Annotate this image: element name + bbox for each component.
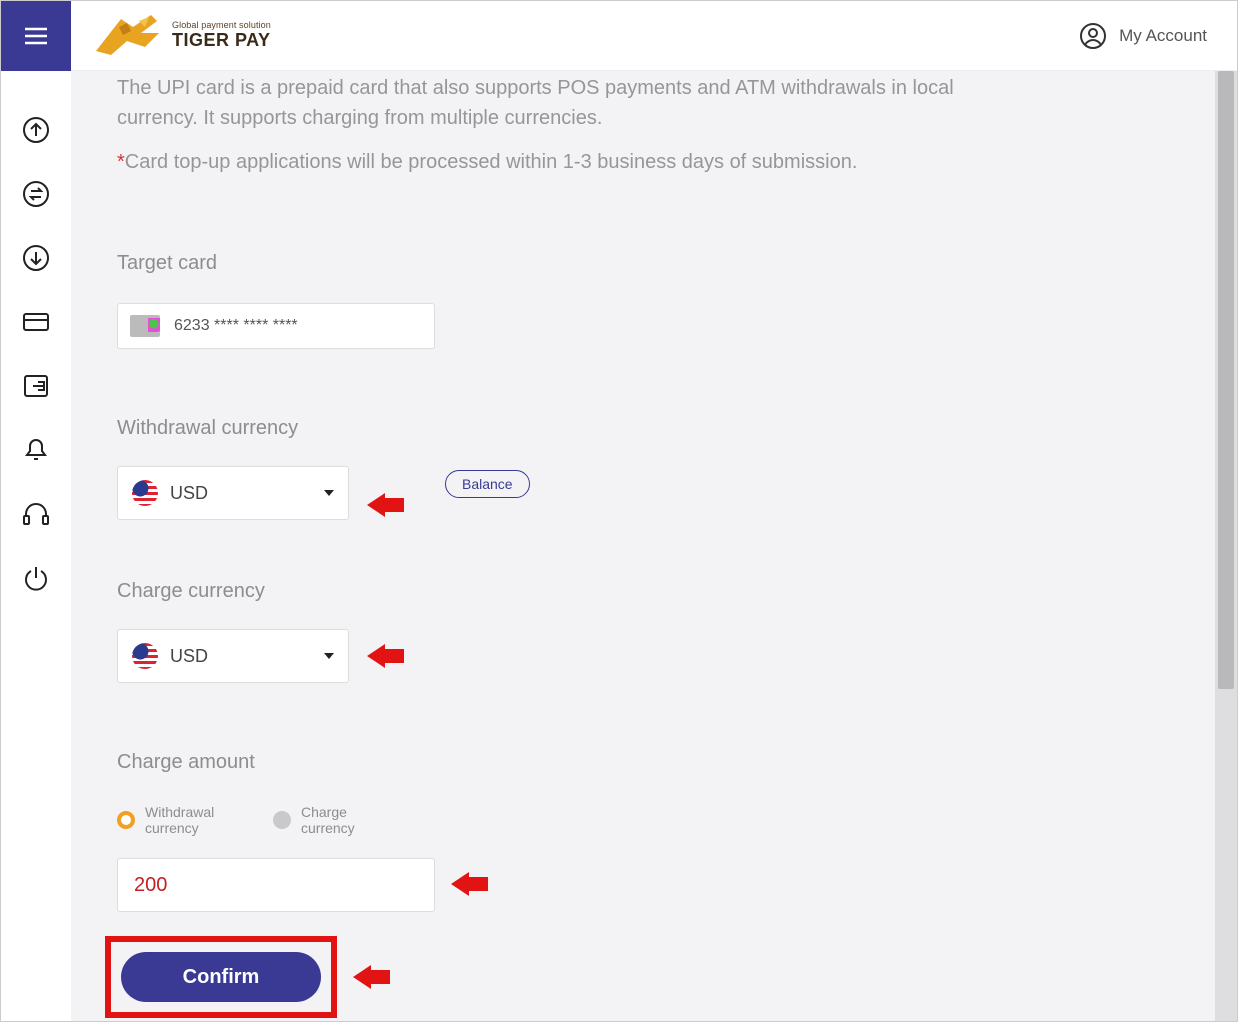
confirm-button[interactable]: Confirm bbox=[121, 952, 321, 1002]
my-account-label: My Account bbox=[1119, 26, 1207, 46]
power-icon bbox=[23, 565, 49, 591]
logo-text: Global payment solution TIGER PAY bbox=[172, 20, 271, 51]
sidebar-item-notifications[interactable] bbox=[21, 435, 51, 465]
sidebar-item-support[interactable] bbox=[21, 499, 51, 529]
brand-tagline: Global payment solution bbox=[172, 20, 271, 30]
withdrawal-currency-label: Withdrawal currency bbox=[117, 417, 1215, 440]
card-thumb-icon bbox=[130, 315, 160, 337]
radio-withdrawal-currency[interactable]: Withdrawal currency bbox=[117, 804, 245, 836]
annotation-arrow bbox=[353, 965, 371, 989]
required-asterisk: * bbox=[117, 151, 125, 173]
annotation-arrow bbox=[451, 872, 469, 896]
description-text: The UPI card is a prepaid card that also… bbox=[117, 71, 967, 133]
radio-on-icon bbox=[117, 811, 135, 829]
headphones-icon bbox=[22, 501, 50, 527]
user-icon bbox=[1079, 22, 1107, 50]
header: Global payment solution TIGER PAY My Acc… bbox=[1, 1, 1237, 71]
sidebar-item-deposit[interactable] bbox=[21, 115, 51, 145]
radio-off-icon bbox=[273, 811, 291, 829]
radio-withdrawal-label: Withdrawal currency bbox=[145, 804, 245, 836]
tiger-logo-icon bbox=[91, 11, 166, 61]
balance-button[interactable]: Balance bbox=[445, 470, 530, 498]
radio-charge-label: Charge currency bbox=[301, 804, 401, 836]
chevron-down-icon bbox=[324, 653, 334, 659]
charge-currency-label: Charge currency bbox=[117, 580, 1215, 603]
sidebar-item-withdraw[interactable] bbox=[21, 371, 51, 401]
processing-note: *Card top-up applications will be proces… bbox=[117, 151, 1215, 174]
target-card-label: Target card bbox=[117, 252, 1215, 275]
withdrawal-currency-value: USD bbox=[170, 483, 208, 504]
charge-currency-value: USD bbox=[170, 646, 208, 667]
scrollbar-thumb[interactable] bbox=[1218, 71, 1234, 689]
flag-us-icon bbox=[132, 643, 158, 669]
deposit-icon bbox=[22, 116, 50, 144]
hamburger-icon bbox=[25, 27, 47, 45]
radio-charge-currency[interactable]: Charge currency bbox=[273, 804, 401, 836]
main-content: The UPI card is a prepaid card that also… bbox=[71, 71, 1215, 1021]
target-card-value: 6233 **** **** **** bbox=[174, 317, 298, 335]
confirm-label: Confirm bbox=[183, 966, 260, 989]
charge-amount-label: Charge amount bbox=[117, 751, 1215, 774]
content-scrollbar[interactable] bbox=[1215, 71, 1237, 1021]
charge-amount-input-wrap bbox=[117, 858, 435, 912]
menu-button[interactable] bbox=[1, 1, 71, 71]
withdrawal-currency-select[interactable]: USD bbox=[117, 466, 349, 520]
sidebar-item-transfer[interactable] bbox=[21, 243, 51, 273]
charge-currency-select[interactable]: USD bbox=[117, 629, 349, 683]
logo[interactable]: Global payment solution TIGER PAY bbox=[91, 11, 271, 61]
flag-us-icon bbox=[132, 480, 158, 506]
bell-icon bbox=[23, 436, 49, 464]
target-card-select[interactable]: 6233 **** **** **** bbox=[117, 303, 435, 349]
exchange-icon bbox=[22, 180, 50, 208]
withdraw-icon bbox=[22, 373, 50, 399]
sidebar bbox=[1, 71, 71, 593]
transfer-icon bbox=[22, 244, 50, 272]
sidebar-item-logout[interactable] bbox=[21, 563, 51, 593]
chevron-down-icon bbox=[324, 490, 334, 496]
confirm-highlight-box: Confirm bbox=[105, 936, 337, 1018]
charge-amount-input[interactable] bbox=[134, 874, 418, 897]
my-account-link[interactable]: My Account bbox=[1079, 1, 1207, 71]
note-text: Card top-up applications will be process… bbox=[125, 151, 858, 173]
brand-name: TIGER PAY bbox=[172, 30, 271, 51]
sidebar-item-exchange[interactable] bbox=[21, 179, 51, 209]
card-icon bbox=[22, 311, 50, 333]
sidebar-item-card[interactable] bbox=[21, 307, 51, 337]
